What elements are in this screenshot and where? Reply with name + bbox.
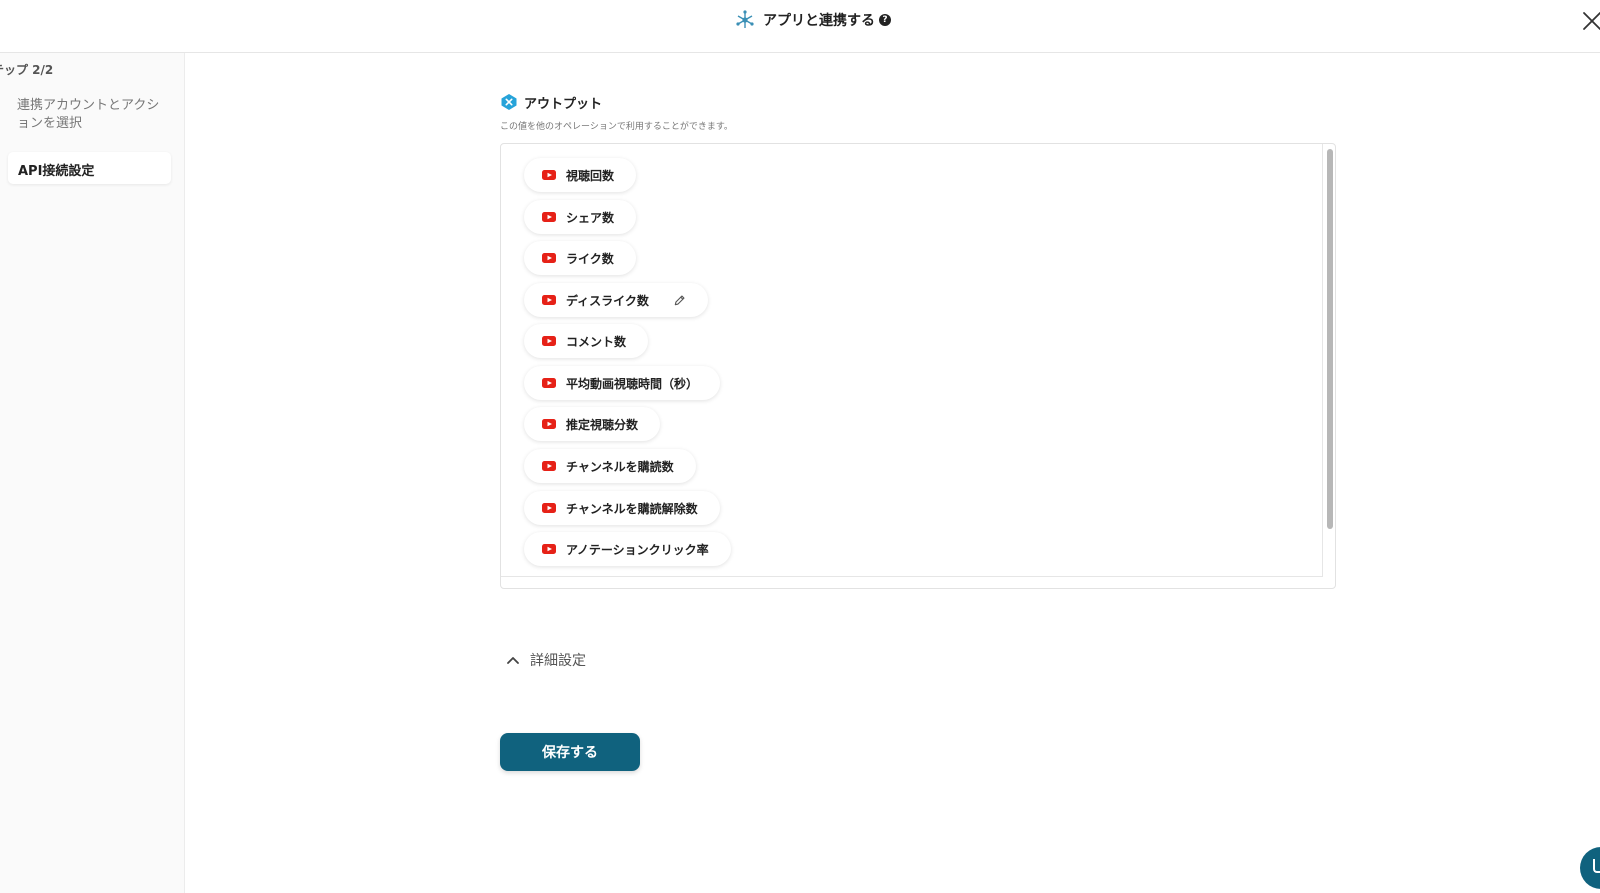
youtube-icon [542,378,556,388]
main-content: アウトプット この値を他のオペレーションで利用することができます。 視聴回数 シ… [500,92,1340,771]
modal-header: アプリと連携する ? [0,0,1600,53]
sidebar-item-api-settings[interactable]: API接続設定 [8,152,171,184]
output-chip-label: シェア数 [566,210,615,225]
step-sidebar: テップ 2/2 連携アカウントとアクションを選択 API接続設定 [0,53,185,893]
youtube-icon [542,503,556,513]
youtube-icon [542,295,556,305]
output-description: この値を他のオペレーションで利用することができます。 [500,122,733,132]
output-chip-subscribers-gained[interactable]: チャンネルを購読数 [524,449,696,483]
youtube-icon [542,336,556,346]
pencil-icon[interactable] [673,294,686,307]
output-chip-label: チャンネルを購読数 [566,459,674,474]
output-chip-label: ライク数 [566,251,614,266]
output-list-scrollbar[interactable] [1327,149,1333,529]
app-connect-icon [736,10,754,28]
advanced-settings-toggle[interactable]: 詳細設定 [506,650,586,670]
output-chip-label: 視聴回数 [566,168,615,183]
output-badge-icon [501,94,517,110]
output-chip-comments[interactable]: コメント数 [524,324,649,358]
output-chip-dislikes[interactable]: ディスライク数 [524,283,708,317]
modal-title-text: アプリと連携する [763,13,875,29]
youtube-icon [542,170,556,180]
output-title-text: アウトプット [524,96,603,112]
output-chip-label: コメント数 [566,334,627,349]
output-chip-label: アノテーションクリック率 [566,542,709,557]
output-chip-label: 平均動画視聴時間（秒） [566,376,699,391]
chat-launcher-button[interactable] [1580,847,1600,889]
output-chip-label: 推定視聴分数 [566,417,639,432]
output-chip-annotation-ctr[interactable]: アノテーションクリック率 [524,532,731,566]
output-chip-subscribers-lost[interactable]: チャンネルを購読解除数 [524,491,720,525]
close-icon [1583,12,1600,30]
output-chip-shares[interactable]: シェア数 [524,200,637,234]
output-chip-avg-view-duration[interactable]: 平均動画視聴時間（秒） [524,366,721,400]
help-icon[interactable]: ? [879,14,891,26]
chat-icon [1593,859,1600,873]
chevron-up-icon [507,657,519,664]
advanced-settings-label: 詳細設定 [530,653,586,669]
output-chip-views[interactable]: 視聴回数 [524,158,637,192]
youtube-icon [542,253,556,263]
step-indicator: テップ 2/2 [0,63,54,77]
close-button[interactable] [1580,9,1600,33]
youtube-icon [542,544,556,554]
youtube-icon [542,212,556,222]
youtube-icon [542,461,556,471]
output-chip-likes[interactable]: ライク数 [524,241,636,275]
output-list-viewport: 視聴回数 シェア数 ライク数 ディスライク数 コメント数 平均動画視聴時間（秒）… [501,144,1323,577]
youtube-icon [542,419,556,429]
modal-title: アプリと連携する ? [735,10,891,30]
output-chip-label: ディスライク数 [566,293,649,308]
output-chip-label: チャンネルを購読解除数 [566,501,698,516]
output-list: 視聴回数 シェア数 ライク数 ディスライク数 コメント数 平均動画視聴時間（秒）… [500,143,1336,589]
output-section-title: アウトプット [500,92,1340,112]
sidebar-item-select-account-action[interactable]: 連携アカウントとアクションを選択 [17,97,167,133]
output-chip-estimated-minutes[interactable]: 推定視聴分数 [524,407,661,441]
save-button[interactable]: 保存する [500,733,640,771]
